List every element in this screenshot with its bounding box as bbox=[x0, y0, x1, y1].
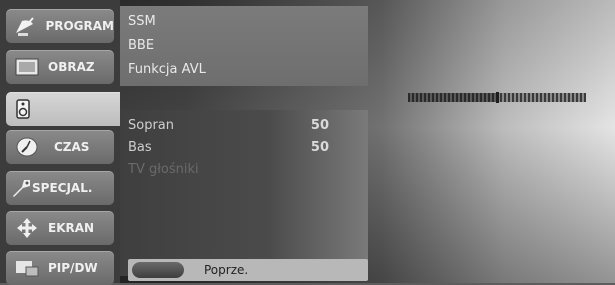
level-slider[interactable] bbox=[408, 92, 586, 103]
setting-row-bass[interactable]: Bas 50 bbox=[128, 140, 353, 155]
sidebar-item-label: EKRAN bbox=[48, 221, 95, 235]
audio-settings-panel: Sopran 50 Bas 50 TV głośniki bbox=[120, 110, 368, 276]
picture-screen-icon bbox=[12, 55, 42, 79]
tag-key-icon bbox=[10, 176, 32, 200]
setting-label: Sopran bbox=[128, 118, 175, 133]
previous-label: Poprze. bbox=[204, 263, 249, 277]
move-arrows-icon bbox=[12, 216, 42, 240]
sidebar-item-label: PROGRAM bbox=[45, 19, 114, 33]
previous-button[interactable]: Poprze. bbox=[128, 259, 368, 281]
sidebar-item-czas[interactable]: CZAS bbox=[6, 130, 114, 164]
sidebar-item-program[interactable]: PROGRAM bbox=[6, 9, 114, 43]
clock-icon bbox=[12, 135, 42, 159]
sidebar-item-pip-dw[interactable]: PIP/DW bbox=[6, 251, 114, 285]
setting-label: Bas bbox=[128, 140, 152, 155]
menu-option-ssm[interactable]: SSM bbox=[128, 14, 156, 29]
setting-row-tv-speakers[interactable]: TV głośniki bbox=[128, 162, 353, 177]
setting-value: 50 bbox=[310, 118, 329, 133]
speaker-icon bbox=[8, 97, 38, 121]
menu-option-avl[interactable]: Funkcja AVL bbox=[128, 62, 206, 77]
sidebar-item-specjal[interactable]: SPECJAL. bbox=[6, 171, 114, 205]
sidebar-item-label: SPECJAL. bbox=[32, 181, 93, 195]
setting-value: 50 bbox=[310, 140, 329, 155]
setting-label: TV głośniki bbox=[128, 162, 199, 177]
sidebar-item-ekran[interactable]: EKRAN bbox=[6, 211, 114, 245]
pip-screens-icon bbox=[12, 256, 42, 280]
audio-options-panel: SSM BBE Funkcja AVL bbox=[120, 6, 368, 86]
menu-key-icon bbox=[132, 262, 184, 278]
slider-fill bbox=[408, 93, 497, 102]
sidebar-item-audio[interactable] bbox=[6, 92, 120, 126]
slider-knob[interactable] bbox=[496, 92, 499, 103]
menu-option-bbe[interactable]: BBE bbox=[128, 38, 154, 53]
sidebar-item-label: PIP/DW bbox=[48, 261, 98, 275]
sidebar-item-obraz[interactable]: OBRAZ bbox=[6, 50, 114, 84]
sidebar-item-label: CZAS bbox=[54, 140, 90, 154]
setting-row-treble[interactable]: Sopran 50 bbox=[128, 118, 353, 133]
menu-sidebar: PROGRAM OBRAZ CZAS SPECJAL. EKRAN PIP/DW bbox=[0, 0, 120, 285]
sidebar-item-label: OBRAZ bbox=[48, 60, 95, 74]
satellite-dish-icon bbox=[12, 14, 39, 38]
